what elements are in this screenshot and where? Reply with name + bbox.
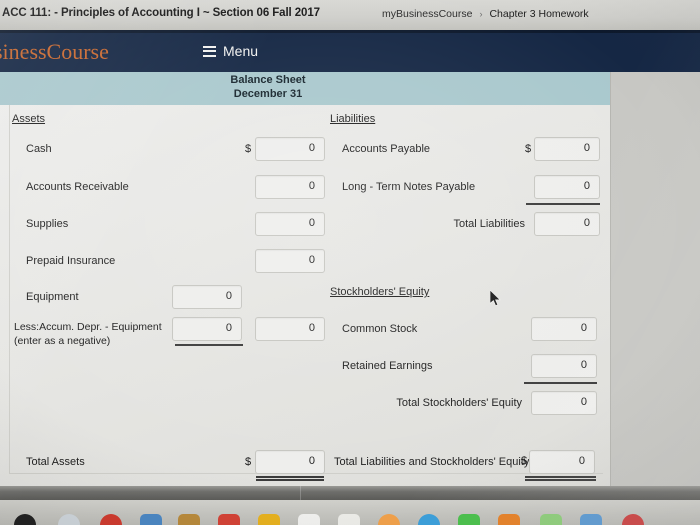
row-label-total-liabilities: Total Liabilities — [453, 218, 525, 230]
monitor-seam — [300, 486, 301, 500]
row-label-common-stock: Common Stock — [342, 323, 418, 335]
input-total-liabilities-and-equity-value: 0 — [578, 455, 585, 467]
row-label-total-assets: Total Assets — [26, 456, 85, 468]
page-background-right — [610, 72, 700, 486]
balance-sheet-form: Assets Cash $ 0 Accounts Receivable 0 Su… — [0, 105, 610, 486]
app-header-bar: sinessCourse Menu — [0, 30, 700, 72]
subtotal-rule-equipment — [175, 344, 243, 346]
system-preferences-icon[interactable] — [622, 514, 644, 525]
input-total-assets[interactable]: 0 — [255, 450, 325, 474]
input-cash-value: 0 — [308, 142, 315, 154]
mail-icon[interactable] — [140, 514, 162, 525]
hamburger-icon — [203, 45, 216, 57]
dollar-sign-accounts-payable: $ — [525, 143, 532, 155]
dollar-sign-grand-total: $ — [521, 455, 528, 467]
menu-button[interactable]: Menu — [203, 43, 258, 59]
row-label-accounts-receivable: Accounts Receivable — [26, 181, 129, 193]
finder-icon[interactable] — [14, 514, 36, 525]
input-long-term-notes-payable[interactable]: 0 — [534, 175, 600, 199]
preview-icon[interactable] — [580, 514, 602, 525]
monitor-bottom-edge — [0, 486, 700, 500]
input-net-equipment[interactable]: 0 — [255, 317, 325, 341]
input-retained-earnings[interactable]: 0 — [531, 354, 597, 378]
launchpad-icon[interactable] — [58, 514, 80, 525]
os-dock — [0, 500, 700, 525]
row-label-long-term-notes-payable: Long - Term Notes Payable — [342, 181, 476, 193]
menu-button-label: Menu — [223, 43, 259, 59]
dollar-sign-cash: $ — [245, 143, 252, 155]
breadcrumb-separator-icon: › — [479, 9, 483, 19]
input-total-assets-value: 0 — [308, 455, 315, 467]
balance-sheet-panel: Balance Sheet December 31 Assets Cash $ … — [0, 72, 611, 486]
maps-icon[interactable] — [338, 514, 360, 525]
balance-sheet-banner: Balance Sheet December 31 — [0, 72, 610, 105]
appstore-icon[interactable] — [540, 514, 562, 525]
banner-title: Balance Sheet — [230, 74, 306, 86]
liabilities-heading: Liabilities — [330, 113, 376, 125]
row-label-accum-depreciation-hint: (enter as a negative) — [14, 335, 111, 347]
dollar-sign-total-assets: $ — [245, 456, 252, 468]
facetime-icon[interactable] — [458, 514, 480, 525]
input-accounts-payable-value: 0 — [583, 142, 590, 154]
screen-photo: ACC 111: - Principles of Accounting I ~ … — [0, 0, 700, 525]
calendar-icon[interactable] — [218, 514, 240, 525]
row-label-cash: Cash — [26, 143, 52, 155]
row-label-retained-earnings: Retained Earnings — [342, 360, 433, 372]
input-long-term-notes-payable-value: 0 — [583, 180, 590, 192]
input-supplies[interactable]: 0 — [255, 212, 325, 236]
os-top-bar: ACC 111: - Principles of Accounting I ~ … — [0, 0, 700, 31]
contacts-icon[interactable] — [178, 514, 200, 525]
input-common-stock[interactable]: 0 — [531, 317, 597, 341]
input-prepaid-insurance-value: 0 — [308, 254, 315, 266]
row-label-supplies: Supplies — [26, 218, 69, 230]
input-total-liabilities-and-equity[interactable]: 0 — [529, 450, 595, 474]
reminders-icon[interactable] — [298, 514, 320, 525]
row-label-total-stockholders-equity: Total Stockholders' Equity — [396, 397, 522, 409]
input-supplies-value: 0 — [308, 217, 315, 229]
breadcrumb: myBusinessCourse › Chapter 3 Homework — [382, 8, 589, 20]
input-accounts-receivable-value: 0 — [308, 180, 315, 192]
input-accounts-payable[interactable]: 0 — [534, 137, 600, 161]
row-label-total-liabilities-and-equity: Total Liabilities and Stockholders' Equi… — [334, 456, 530, 468]
input-accum-depreciation[interactable]: 0 — [172, 317, 242, 341]
input-total-liabilities[interactable]: 0 — [534, 212, 600, 236]
photos-icon[interactable] — [378, 514, 400, 525]
double-rule-total-assets — [256, 476, 324, 481]
input-net-equipment-value: 0 — [308, 322, 315, 334]
input-retained-earnings-value: 0 — [580, 359, 587, 371]
row-label-equipment: Equipment — [26, 291, 79, 303]
input-accounts-receivable[interactable]: 0 — [255, 175, 325, 199]
subtotal-rule-liabilities — [526, 203, 600, 205]
safari-icon[interactable] — [100, 514, 122, 525]
equity-heading: Stockholders' Equity — [330, 286, 430, 298]
double-rule-grand-total — [525, 476, 596, 481]
input-cash[interactable]: 0 — [255, 137, 325, 161]
row-label-accounts-payable: Accounts Payable — [342, 143, 431, 155]
itunes-icon[interactable] — [498, 514, 520, 525]
breadcrumb-root[interactable]: myBusinessCourse — [382, 8, 472, 20]
input-total-liabilities-value: 0 — [583, 217, 590, 229]
subtotal-rule-equity — [524, 382, 597, 384]
row-label-accum-depreciation: Less:Accum. Depr. - Equipment — [14, 321, 162, 333]
row-label-prepaid-insurance: Prepaid Insurance — [26, 255, 116, 267]
course-title: ACC 111: - Principles of Accounting I ~ … — [2, 7, 320, 19]
input-total-stockholders-equity-value: 0 — [580, 396, 587, 408]
input-equipment[interactable]: 0 — [172, 285, 242, 309]
breadcrumb-current: Chapter 3 Homework — [489, 8, 589, 20]
assets-heading: Assets — [12, 113, 46, 125]
input-total-stockholders-equity[interactable]: 0 — [531, 391, 597, 415]
banner-date: December 31 — [233, 88, 303, 100]
input-prepaid-insurance[interactable]: 0 — [255, 249, 325, 273]
mouse-cursor-icon — [490, 290, 501, 307]
input-accum-depreciation-value: 0 — [225, 322, 232, 334]
input-common-stock-value: 0 — [580, 322, 587, 334]
mybusinesscourse-logo[interactable]: sinessCourse — [0, 39, 109, 65]
messages-icon[interactable] — [418, 514, 440, 525]
input-equipment-value: 0 — [225, 290, 232, 302]
notes-icon[interactable] — [258, 514, 280, 525]
